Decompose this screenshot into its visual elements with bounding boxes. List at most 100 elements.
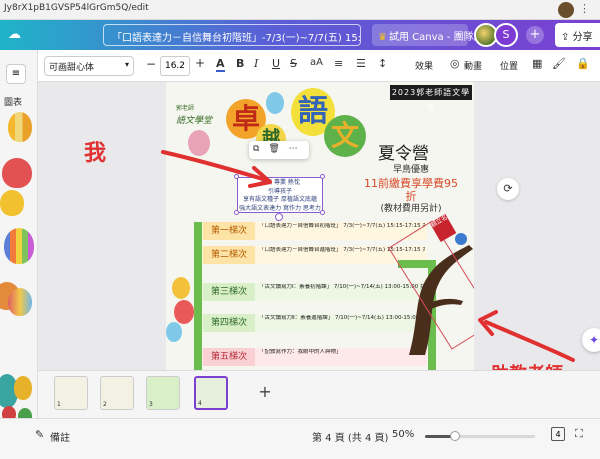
zoom-slider[interactable]	[425, 431, 535, 441]
level-label: 第五梯次	[203, 348, 255, 366]
position-button[interactable]: 位置	[500, 59, 518, 72]
canva-editor-window: Jy8rX1pB1GVSP54lGrGm5Q/edit ⋮ ☁ 「口語表達力－自…	[0, 0, 600, 459]
page-thumbnail[interactable]: 2	[100, 376, 134, 410]
page-count-button[interactable]: 4	[551, 427, 565, 441]
resize-handle[interactable]	[320, 210, 325, 215]
editor-top-bar: ☁ 「口語表達力－自信舞台初階班」-7/3(一)~7/7(五) 15:15-17…	[0, 20, 600, 50]
font-family-select[interactable]: 可画甜心体 ▾	[44, 56, 134, 76]
chevron-down-icon: ▾	[124, 60, 129, 69]
browser-menu-icon[interactable]: ⋮	[579, 2, 590, 15]
balloon-decoration	[266, 92, 284, 114]
selected-text-line: 享有語文種子 厚植語文底蘊	[243, 196, 317, 203]
user-avatar[interactable]: S	[494, 23, 518, 47]
list-icon[interactable]: ☰	[356, 57, 366, 70]
align-center-icon[interactable]: ≡	[334, 57, 343, 70]
balloon-graphic[interactable]	[2, 158, 32, 188]
upload-icon: ⇪	[561, 32, 570, 43]
letter-case-icon[interactable]: aA	[310, 57, 323, 68]
effects-button[interactable]: 效果	[415, 59, 433, 72]
early-bird-line-1: 早鳥優惠	[392, 165, 429, 175]
schedule-row[interactable]: 第三梯次 「古文讀寫力Ⅰ：素養初階課」 7/10(一)~7/14(五) 13:0…	[201, 283, 427, 301]
page-thumbnail[interactable]: 1	[54, 376, 88, 410]
balloon-decoration	[174, 300, 194, 324]
status-bar: ✎ 備註 第 4 頁 (共 4 頁) 50% 4 ⛶	[0, 418, 600, 459]
magic-assistant-icon[interactable]: ✦	[582, 328, 600, 352]
text-color-icon[interactable]: A	[216, 57, 225, 72]
early-bird-text[interactable]: 早鳥優惠 11前繳費享學費95折 (教材費用另計)	[361, 164, 461, 216]
elements-side-panel: ≡ 圖表	[0, 50, 38, 428]
early-bird-line-3: (教材費用另計)	[380, 204, 442, 214]
add-page-button[interactable]: +	[256, 383, 274, 401]
resize-handle[interactable]	[320, 174, 325, 179]
page-thumbnail[interactable]: 3	[146, 376, 180, 410]
cloud-save-icon[interactable]: ☁	[8, 27, 24, 43]
copy-style-icon[interactable]: 🖌	[552, 57, 566, 70]
balloon-graphic[interactable]	[0, 190, 24, 216]
page-number: 1	[57, 401, 61, 408]
resize-handle[interactable]	[234, 210, 239, 215]
schedule-row[interactable]: 第一梯次 「口語表達力－自信舞台初階班」 7/3(一)~7/7(五) 15:15…	[201, 222, 427, 240]
canvas-area: 2023郭老師語文學堂 郭老師 語文學堂 卓 越 語 文 夏令營 早鳥優惠 11…	[38, 82, 600, 370]
poster-header[interactable]: 2023郭老師語文學堂	[390, 85, 472, 112]
page-number: 3	[149, 401, 153, 408]
zoom-level[interactable]: 50%	[392, 429, 414, 440]
design-title-field[interactable]: 「口語表達力－自信舞台初階班」-7/3(一)~7/7(五) 15:15-17:1…	[103, 24, 361, 46]
green-rail-decoration	[194, 222, 202, 370]
animate-icon[interactable]: ◎	[450, 57, 460, 70]
try-teams-label: 試用 Canva - 團隊版	[388, 32, 484, 43]
schedule-row[interactable]: 第五梯次 「記敘寫作力：我眼中的人與物」	[201, 348, 427, 366]
grid-view-icon[interactable]: ⛶	[575, 427, 583, 441]
add-collaborator-button[interactable]: +	[526, 26, 544, 44]
lock-icon[interactable]: 🔒	[576, 57, 590, 70]
animate-button[interactable]: 動畫	[464, 59, 482, 72]
decrease-font-size-button[interactable]: −	[146, 57, 156, 71]
balloon-graphic[interactable]	[14, 376, 32, 400]
hot-air-balloon-graphic[interactable]	[8, 112, 32, 142]
notes-button[interactable]: 備註	[50, 429, 70, 444]
share-button[interactable]: ⇪ 分享	[555, 23, 600, 47]
page-thumbnail-active[interactable]: 4	[194, 376, 228, 410]
school-logo[interactable]: 郭老師 語文學堂	[176, 102, 226, 132]
annotation-me: 我	[84, 141, 107, 166]
page-indicator: 第 4 頁 (共 4 頁)	[312, 433, 389, 444]
red-arrow-annotation	[478, 310, 575, 362]
crown-icon: ♛	[378, 32, 387, 43]
title-char-balloon[interactable]: 文	[324, 115, 366, 157]
level-label: 第四梯次	[203, 314, 255, 332]
balloon-decoration	[172, 277, 190, 299]
level-label: 第一梯次	[203, 222, 255, 240]
poster-page[interactable]: 2023郭老師語文學堂 郭老師 語文學堂 卓 越 語 文 夏令營 早鳥優惠 11…	[166, 82, 474, 370]
page-thumbnails: 1 2 3 4 +	[38, 370, 600, 418]
schedule-row[interactable]: 第四梯次 「古文讀寫力Ⅱ：素養進階課」 7/10(一)~7/14(五) 13:0…	[201, 314, 427, 332]
level-label: 第二梯次	[203, 246, 255, 264]
red-arrow-annotation	[161, 150, 272, 188]
browser-address-bar[interactable]: Jy8rX1pB1GVSP54lGrGm5Q/edit ⋮	[0, 0, 600, 20]
page-number: 2	[103, 401, 107, 408]
logo-text: 語文學堂	[176, 116, 213, 126]
browser-profile-icon[interactable]	[558, 2, 574, 18]
charts-label: 圖表	[4, 98, 23, 108]
move-handle[interactable]	[275, 213, 283, 221]
more-icon[interactable]: ⋯	[289, 144, 298, 154]
bold-icon[interactable]: B	[236, 57, 244, 70]
page-number: 4	[198, 400, 202, 407]
url-text[interactable]: Jy8rX1pB1GVSP54lGrGm5Q/edit	[4, 3, 149, 13]
spacing-icon[interactable]: ↕	[378, 57, 387, 70]
italic-icon[interactable]: I	[254, 57, 258, 70]
zoom-slider-knob[interactable]	[449, 431, 460, 441]
underline-icon[interactable]: U	[272, 57, 280, 70]
balloon-decoration	[166, 322, 182, 342]
strikethrough-icon[interactable]: S	[290, 57, 297, 70]
hot-air-balloon-graphic[interactable]	[4, 228, 34, 264]
notes-icon[interactable]: ✎	[35, 428, 44, 441]
summer-camp-title[interactable]: 夏令營	[378, 139, 429, 164]
hot-air-balloon-graphic[interactable]	[8, 288, 32, 316]
try-teams-button[interactable]: ♛ 試用 Canva - 團隊版	[372, 24, 484, 46]
increase-font-size-button[interactable]: +	[195, 56, 205, 70]
text-toolbar: 可画甜心体 ▾ − 16.2 + A B I U S aA ≡ ☰ ↕ 效果 ◎…	[38, 50, 600, 82]
filter-icon[interactable]: ≡	[6, 64, 26, 84]
refresh-icon[interactable]: ⟳	[497, 178, 519, 200]
font-size-input[interactable]: 16.2	[160, 56, 190, 76]
early-bird-line-2: 11前繳費享學費95折	[364, 177, 458, 203]
transparency-icon[interactable]: ▦	[532, 57, 542, 70]
